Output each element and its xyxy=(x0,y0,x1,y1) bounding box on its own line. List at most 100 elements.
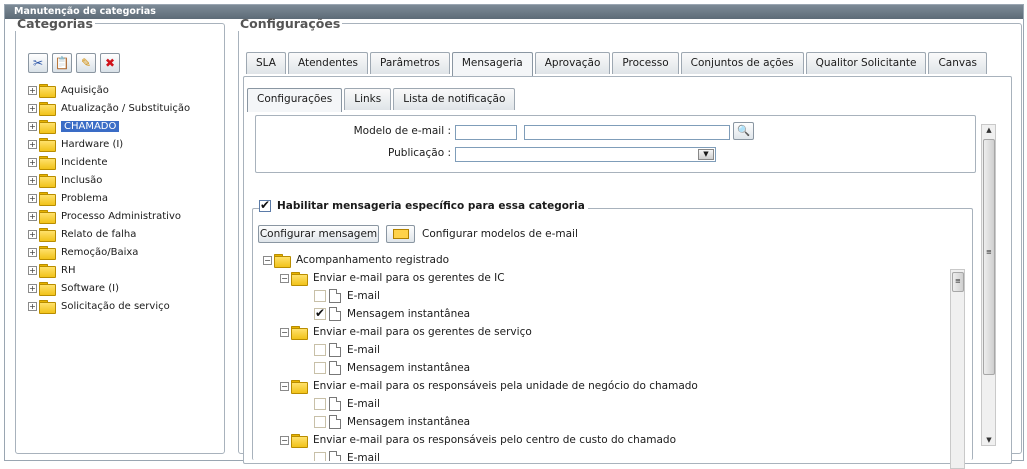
chevron-down-icon[interactable]: ▼ xyxy=(698,149,714,160)
collapse-icon[interactable]: − xyxy=(280,273,289,283)
category-label: Remoção/Baixa xyxy=(61,246,139,258)
tab-conjuntos-de-a-es[interactable]: Conjuntos de ações xyxy=(680,52,804,74)
email-model-name-input[interactable] xyxy=(524,125,730,140)
tab-content-scrollbar[interactable]: ▲ ≡ ▼ xyxy=(981,124,996,446)
expand-icon[interactable]: + xyxy=(28,211,37,221)
notification-checkbox[interactable] xyxy=(314,344,326,356)
notification-checkbox[interactable] xyxy=(314,362,326,374)
message-tree-scroll-thumb[interactable]: ≡ xyxy=(952,272,964,292)
folder-icon xyxy=(39,120,56,134)
folder-open-icon xyxy=(291,434,308,448)
category-item[interactable]: + Atualização / Substituição xyxy=(28,99,190,117)
delete-button[interactable]: ✖ xyxy=(100,53,120,73)
notification-checkbox[interactable] xyxy=(314,452,326,461)
tree-leaf-node[interactable]: Mensagem instantânea xyxy=(314,359,470,377)
tab-par-metros[interactable]: Parâmetros xyxy=(370,52,450,74)
document-icon xyxy=(329,307,341,321)
tab-mensageria[interactable]: Mensageria xyxy=(451,52,533,76)
expand-icon[interactable]: + xyxy=(28,229,37,239)
notification-checkbox[interactable] xyxy=(314,306,326,320)
tree-group-node[interactable]: − Enviar e-mail para os responsáveis pelo… xyxy=(280,431,676,449)
folder-open-icon xyxy=(274,254,291,268)
message-tree-scrollbar[interactable]: ≡ xyxy=(950,269,965,469)
collapse-icon[interactable]: − xyxy=(280,435,289,445)
category-item[interactable]: + Incidente xyxy=(28,153,190,171)
tab-aprova-o[interactable]: Aprovação xyxy=(534,52,611,74)
tree-group-node[interactable]: − Enviar e-mail para os gerentes de servi… xyxy=(280,323,532,341)
category-tree: + Aquisição + Atualização / Substituição + CH… xyxy=(28,81,190,315)
subtab-lista-de-notifica-o[interactable]: Lista de notificação xyxy=(393,88,516,110)
expand-icon[interactable]: + xyxy=(28,157,37,167)
category-label: Solicitação de serviço xyxy=(61,300,170,312)
enable-messaging-label: Habilitar mensageria específico para ess… xyxy=(277,200,585,212)
category-item[interactable]: + Relato de falha xyxy=(28,225,190,243)
folder-icon xyxy=(39,174,56,188)
tree-group-node[interactable]: − Enviar e-mail para os responsáveis pela… xyxy=(280,377,698,395)
envelope-icon xyxy=(392,229,409,239)
expand-icon[interactable]: + xyxy=(28,283,37,293)
category-item[interactable]: + RH xyxy=(28,261,190,279)
publication-select[interactable]: ▼ xyxy=(455,147,716,162)
category-item[interactable]: + Inclusão xyxy=(28,171,190,189)
category-item[interactable]: + Processo Administrativo xyxy=(28,207,190,225)
expand-icon[interactable]: + xyxy=(28,175,37,185)
category-item[interactable]: + CHAMADO xyxy=(28,117,190,135)
tree-leaf-node[interactable]: E-mail xyxy=(314,341,380,359)
tab-content-scroll-thumb[interactable]: ≡ xyxy=(983,139,995,375)
tab-processo[interactable]: Processo xyxy=(612,52,679,74)
expand-icon[interactable]: + xyxy=(28,247,37,257)
enable-messaging-row: Habilitar mensageria específico para ess… xyxy=(259,197,588,215)
subtab-links[interactable]: Links xyxy=(344,88,392,110)
tree-leaf-node[interactable]: Mensagem instantânea xyxy=(314,413,470,431)
tab-sla[interactable]: SLA xyxy=(246,52,286,74)
notification-checkbox[interactable] xyxy=(314,398,326,410)
expand-icon[interactable]: + xyxy=(28,139,37,149)
tree-leaf-node[interactable]: E-mail xyxy=(314,287,380,305)
scroll-up-icon[interactable]: ▲ xyxy=(984,126,994,134)
category-item[interactable]: + Solicitação de serviço xyxy=(28,297,190,315)
scroll-down-icon[interactable]: ▼ xyxy=(984,436,994,444)
folder-open-icon xyxy=(291,326,308,340)
folder-icon xyxy=(39,192,56,206)
category-label: RH xyxy=(61,264,76,276)
category-item[interactable]: + Hardware (I) xyxy=(28,135,190,153)
paste-button[interactable]: 📋 xyxy=(52,53,72,73)
tab-canvas[interactable]: Canvas xyxy=(928,52,987,74)
email-models-button[interactable] xyxy=(386,225,415,243)
email-model-code-input[interactable] xyxy=(455,125,517,140)
subtab-configura-es[interactable]: Configurações xyxy=(247,88,343,112)
document-icon xyxy=(329,361,341,375)
category-label: Software (I) xyxy=(61,282,120,294)
tree-leaf-node[interactable]: E-mail xyxy=(314,449,380,461)
collapse-icon[interactable]: − xyxy=(263,255,272,265)
expand-icon[interactable]: + xyxy=(28,193,37,203)
enable-messaging-checkbox[interactable] xyxy=(259,198,271,212)
tree-group-label: Enviar e-mail para os gerentes de serviç… xyxy=(313,326,532,338)
search-button[interactable]: 🔍 xyxy=(733,122,754,140)
category-item[interactable]: + Aquisição xyxy=(28,81,190,99)
tree-group-node[interactable]: − Enviar e-mail para os gerentes de IC xyxy=(280,269,505,287)
edit-button[interactable]: ✎ xyxy=(76,53,96,73)
expand-icon[interactable]: + xyxy=(28,301,37,311)
expand-icon[interactable]: + xyxy=(28,85,37,95)
tree-leaf-node[interactable]: E-mail xyxy=(314,395,380,413)
tab-atendentes[interactable]: Atendentes xyxy=(287,52,369,74)
category-item[interactable]: + Remoção/Baixa xyxy=(28,243,190,261)
expand-icon[interactable]: + xyxy=(28,265,37,275)
expand-icon[interactable]: + xyxy=(28,103,37,113)
folder-open-icon xyxy=(291,272,308,286)
collapse-icon[interactable]: − xyxy=(280,381,289,391)
category-label: Problema xyxy=(61,192,109,204)
tree-leaf-node[interactable]: Mensagem instantânea xyxy=(314,305,470,323)
expand-icon[interactable]: + xyxy=(28,121,37,131)
collapse-icon[interactable]: − xyxy=(280,327,289,337)
cut-button[interactable]: ✂ xyxy=(28,53,48,73)
tab-qualitor-solicitante[interactable]: Qualitor Solicitante xyxy=(805,52,927,74)
notification-checkbox[interactable] xyxy=(314,416,326,428)
notification-checkbox[interactable] xyxy=(314,290,326,302)
configure-message-button[interactable]: Configurar mensagem xyxy=(258,225,379,243)
category-item[interactable]: + Software (I) xyxy=(28,279,190,297)
tree-leaf-label: E-mail xyxy=(347,398,380,410)
tree-root-node[interactable]: − Acompanhamento registrado xyxy=(263,251,449,269)
category-item[interactable]: + Problema xyxy=(28,189,190,207)
